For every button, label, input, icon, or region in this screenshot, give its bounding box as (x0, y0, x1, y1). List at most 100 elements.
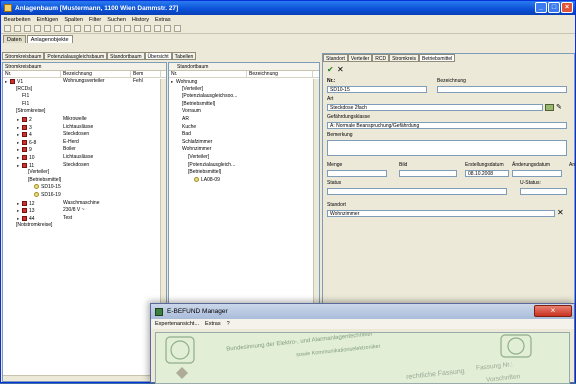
tab-anlagenobjekte[interactable]: Anlagenobjekte (26, 35, 73, 43)
tree-row[interactable]: ▸ 9 Boiler (3, 146, 166, 154)
close-button[interactable]: × (561, 2, 573, 13)
tree-row[interactable]: ▸ 44 Test (3, 215, 166, 223)
toolbar-icon[interactable] (124, 25, 131, 32)
tree-row[interactable]: SD16-19 (3, 191, 166, 200)
confirm-icon[interactable]: ✔ (327, 65, 334, 74)
tree-row[interactable]: [Betriebsmittel] (169, 101, 319, 109)
minimize-button[interactable]: _ (535, 2, 547, 13)
cancel-icon[interactable]: ✕ (337, 65, 344, 74)
u-status-field[interactable] (520, 188, 567, 195)
maximize-button[interactable]: □ (548, 2, 560, 13)
menu-expertenansicht[interactable]: Expertenansicht... (155, 319, 199, 329)
bezeichnung-field[interactable] (437, 86, 567, 93)
toolbar-icon[interactable] (94, 25, 101, 32)
tree-row[interactable]: Bad (169, 131, 319, 139)
tree-row[interactable]: FI1 (3, 101, 166, 109)
tree-row[interactable]: ▸ 6-8 E-Herd (3, 139, 166, 147)
tree-row[interactable]: ▸ 11 Steckdosen (3, 162, 166, 170)
tree-row[interactable]: ▸ 4 Steckdosen (3, 131, 166, 139)
tab-betriebsmittel[interactable]: Betriebsmittel (419, 54, 456, 62)
tree-row[interactable]: Schlafzimmer (169, 139, 319, 147)
tree-row[interactable]: ▸ 3 Lichtauslässe (3, 124, 166, 132)
toolbar-icon[interactable] (114, 25, 121, 32)
tree-row[interactable]: [Potenzialausgleichsoo... (169, 93, 319, 101)
ebefund-title-bar[interactable]: E-BEFUND Manager × (151, 304, 574, 319)
toolbar-icon[interactable] (104, 25, 111, 32)
tree-row[interactable]: [Verteiler] (3, 169, 166, 177)
tab-tabellen[interactable]: Tabellen (171, 52, 197, 60)
tree-row[interactable]: AR (169, 116, 319, 124)
menu-filter[interactable]: Filter (89, 17, 101, 23)
toolbar-icon[interactable] (174, 25, 181, 32)
menu-extras[interactable]: Extras (155, 17, 171, 23)
menu-spalten[interactable]: Spalten (64, 17, 83, 23)
tab-stromkreisbaum[interactable]: Stromkreisbaum (2, 52, 45, 60)
tree-row[interactable]: LA08-09 (169, 176, 319, 185)
toolbar-icon[interactable] (4, 25, 11, 32)
tab-rcd[interactable]: RCD (372, 54, 390, 62)
tab-stromkreis[interactable]: Stromkreis (389, 54, 419, 62)
toolbar-icon[interactable] (64, 25, 71, 32)
column-bezeichnung[interactable]: Bezeichnung (247, 71, 313, 77)
tree-row[interactable]: [Verteiler] (169, 154, 319, 162)
tree-row[interactable]: [Stromkreise] (3, 108, 166, 116)
tree-row[interactable]: [Verteiler] (169, 86, 319, 94)
tab-standort[interactable]: Standort (323, 54, 348, 62)
column-nr[interactable]: Nr. (3, 71, 61, 77)
tree-row[interactable]: ▸ 2 Mikrowelle (3, 116, 166, 124)
menu-help[interactable]: ? (227, 319, 230, 329)
bild-field[interactable] (399, 170, 457, 177)
toolbar-icon[interactable] (14, 25, 21, 32)
toolbar-icon[interactable] (74, 25, 81, 32)
tree-row[interactable]: [Notstromkreise] (3, 222, 166, 230)
vertical-scrollbar[interactable] (313, 79, 319, 309)
tree-row[interactable]: SD10-15 (3, 184, 166, 192)
erstellungsdatum-field[interactable]: 08.10.2008 (465, 170, 509, 177)
tab-verteiler[interactable]: Verteiler (347, 54, 373, 62)
tree-row[interactable]: FI1 (3, 93, 166, 101)
tab-uebersicht[interactable]: Übersicht (144, 52, 172, 60)
tree-row[interactable]: Wohnzimmer (169, 146, 319, 154)
tree-row[interactable]: [Potenzialausgleich... (169, 162, 319, 170)
bemerkung-field[interactable] (327, 140, 567, 156)
column-bem[interactable]: Bem (131, 71, 161, 77)
tab-daten[interactable]: Daten (3, 35, 26, 43)
standort-select[interactable]: Wohnzimmer (327, 210, 555, 217)
toolbar-icon[interactable] (34, 25, 41, 32)
menu-bearbeiten[interactable]: Bearbeiten (4, 17, 31, 23)
menu-einfuegen[interactable]: Einfügen (37, 17, 59, 23)
tab-potenzialausgleichsbaum[interactable]: Potenzialausgleichsbaum (44, 52, 108, 60)
gefaehrdung-select[interactable]: A: Normale Beanspruchung/Gefährdung (327, 122, 567, 129)
toolbar-icon[interactable] (24, 25, 31, 32)
aenderungsdatum-field[interactable] (512, 170, 562, 177)
column-bezeichnung[interactable]: Bezeichnung (61, 71, 131, 77)
nr-field[interactable]: SD10-15 (327, 86, 427, 93)
tree-row[interactable]: [Betriebsmittel] (3, 177, 166, 185)
toolbar-icon[interactable] (164, 25, 171, 32)
menge-field[interactable] (327, 170, 387, 177)
tab-standortbaum[interactable]: Standortbaum (107, 52, 145, 60)
tree-row[interactable]: ▸ 13 230/8 V ~ (3, 207, 166, 215)
tree-row[interactable]: ▸ V1 Wohnungsverteiler Fehl (3, 78, 166, 86)
tree-row[interactable]: ▸ 10 Lichtauslässe (3, 154, 166, 162)
ebefund-close-button[interactable]: × (534, 305, 572, 317)
tree-row[interactable]: [RCDs] (3, 86, 166, 94)
tree-row[interactable]: [Betriebsmittel] (169, 169, 319, 177)
toolbar-icon[interactable] (144, 25, 151, 32)
tree-row[interactable]: ▸ 12 Waschmaschine (3, 200, 166, 208)
tree-row[interactable]: Vorraum (169, 108, 319, 116)
tree-row[interactable]: ▸ Wohnung (169, 78, 319, 86)
column-nr[interactable]: Nr. (169, 71, 247, 77)
art-select[interactable]: Steckdose 2fach (327, 104, 543, 111)
status-select[interactable] (327, 188, 507, 195)
title-bar[interactable]: Anlagenbaum [Mustermann, 1100 Wien Damms… (1, 1, 575, 15)
horizontal-scrollbar[interactable] (3, 375, 161, 381)
toolbar-icon[interactable] (134, 25, 141, 32)
menu-history[interactable]: History (132, 17, 149, 23)
toolbar-icon[interactable] (154, 25, 161, 32)
clear-standort-icon[interactable]: ✕ (557, 208, 564, 217)
menu-extras[interactable]: Extras (205, 319, 221, 329)
tree-row[interactable]: Kuche (169, 124, 319, 132)
toolbar-icon[interactable] (54, 25, 61, 32)
add-art-icon[interactable] (545, 104, 554, 111)
